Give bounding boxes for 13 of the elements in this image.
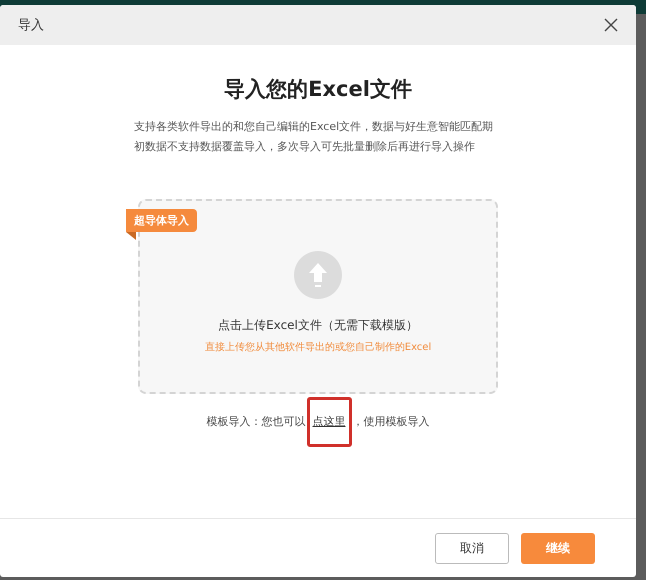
upload-prompt: 点击上传Excel文件（无需下载模版） [218, 317, 418, 334]
cancel-button[interactable]: 取消 [435, 532, 509, 564]
ribbon-fold-icon [126, 232, 136, 240]
hint-text: 模板导入：您也可以 [206, 414, 306, 429]
dialog-title: 导入 [18, 17, 44, 34]
hint-text: ，使用模板导入 [352, 414, 430, 429]
ribbon-badge: 超导体导入 [126, 209, 197, 232]
upload-icon [294, 251, 342, 299]
description-text: 支持各类软件导出的和您自己编辑的Excel文件，数据与好生意智能匹配期初数据不支持数据覆盖导入，多次导入可先批量删除后再进行导入操作 [134, 119, 494, 155]
close-icon[interactable] [604, 18, 618, 32]
template-link[interactable]: 点这里 [312, 415, 346, 428]
upload-note: 直接上传您从其他软件导出的或您自己制作的Excel [204, 340, 432, 354]
dialog-heading: 导入您的Excel文件 [224, 76, 412, 103]
